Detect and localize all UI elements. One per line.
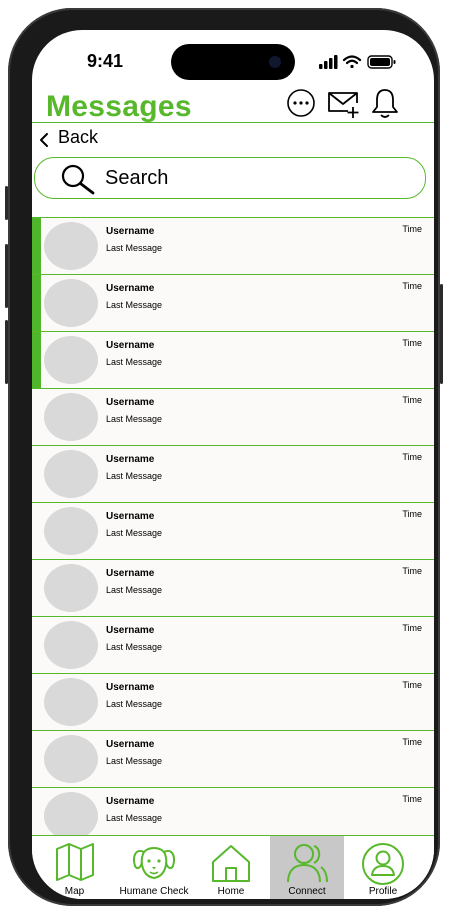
message-time: Time	[402, 566, 422, 576]
message-row[interactable]: Username Last Message Time	[32, 788, 434, 840]
dog-icon	[133, 847, 175, 880]
message-preview: Last Message	[106, 756, 163, 766]
bell-icon[interactable]	[368, 86, 402, 120]
message-username: Username	[106, 340, 155, 351]
avatar	[44, 450, 98, 498]
wifi-icon	[342, 55, 362, 69]
message-username: Username	[106, 682, 155, 693]
message-preview: Last Message	[106, 642, 163, 652]
avatar	[44, 735, 98, 783]
mute-switch	[5, 186, 8, 220]
message-row[interactable]: Username Last Message Time	[32, 389, 434, 446]
message-preview: Last Message	[106, 300, 163, 310]
message-preview: Last Message	[106, 813, 163, 823]
avatar	[44, 336, 98, 384]
message-time: Time	[402, 281, 422, 291]
power-button	[440, 284, 443, 384]
tab-connect[interactable]: Connect	[270, 836, 344, 899]
message-username: Username	[106, 796, 155, 807]
tab-humane-check[interactable]: Humane Check	[117, 836, 191, 899]
profile-icon	[362, 843, 404, 885]
tab-label-profile: Profile	[368, 886, 398, 897]
status-bar: 9:41	[32, 30, 434, 92]
message-preview: Last Message	[106, 699, 163, 709]
message-time: Time	[402, 509, 422, 519]
people-icon	[287, 844, 328, 883]
tab-profile[interactable]: Profile	[352, 836, 414, 899]
message-username: Username	[106, 397, 155, 408]
tab-map[interactable]: Map	[32, 836, 117, 899]
message-list: Username Last Message Time Username Last Mes…	[32, 217, 434, 840]
message-username: Username	[106, 226, 155, 237]
volume-up-button	[5, 244, 8, 308]
tab-label-humane-check: Humane Check	[119, 886, 189, 897]
avatar	[44, 279, 98, 327]
back-button[interactable]: Back	[32, 123, 434, 155]
avatar	[44, 678, 98, 726]
message-row[interactable]: Username Last Message Time	[32, 332, 434, 389]
avatar	[44, 792, 98, 840]
avatar	[44, 222, 98, 270]
message-time: Time	[402, 794, 422, 804]
message-row[interactable]: Username Last Message Time	[32, 731, 434, 788]
message-row[interactable]: Username Last Message Time	[32, 446, 434, 503]
message-username: Username	[106, 454, 155, 465]
tab-home[interactable]: Home	[203, 836, 259, 899]
back-label: Back	[58, 127, 99, 147]
message-username: Username	[106, 511, 155, 522]
search-icon	[61, 164, 95, 195]
tab-label-connect: Connect	[288, 886, 326, 897]
avatar	[44, 393, 98, 441]
message-preview: Last Message	[106, 414, 163, 424]
avatar	[44, 621, 98, 669]
page-header: Messages	[32, 89, 434, 123]
message-username: Username	[106, 625, 155, 636]
message-time: Time	[402, 623, 422, 633]
message-row[interactable]: Username Last Message Time	[32, 674, 434, 731]
message-row[interactable]: Username Last Message Time	[32, 275, 434, 332]
more-icon[interactable]	[284, 86, 318, 120]
battery-icon	[367, 55, 396, 69]
avatar	[44, 564, 98, 612]
message-row[interactable]: Username Last Message Time	[32, 218, 434, 275]
message-time: Time	[402, 452, 422, 462]
message-time: Time	[402, 737, 422, 747]
avatar	[44, 507, 98, 555]
tab-label-map: Map	[64, 886, 85, 897]
camera-icon	[269, 56, 281, 68]
message-username: Username	[106, 568, 155, 579]
map-icon	[55, 843, 94, 881]
message-preview: Last Message	[106, 357, 163, 367]
search-placeholder: Search	[105, 167, 169, 189]
bottom-tab-bar: Map Humane Check Home Connect Profile	[32, 835, 434, 899]
status-icons	[319, 55, 396, 69]
tab-label-home: Home	[217, 886, 245, 897]
page-title: Messages	[46, 90, 192, 123]
message-time: Time	[402, 680, 422, 690]
signal-icon	[319, 55, 338, 69]
status-time: 9:41	[87, 51, 124, 71]
message-preview: Last Message	[106, 243, 163, 253]
message-username: Username	[106, 739, 155, 750]
chevron-left-icon	[40, 133, 48, 147]
message-row[interactable]: Username Last Message Time	[32, 560, 434, 617]
message-preview: Last Message	[106, 585, 163, 595]
message-preview: Last Message	[106, 528, 163, 538]
dynamic-island	[171, 44, 295, 80]
message-row[interactable]: Username Last Message Time	[32, 503, 434, 560]
message-time: Time	[402, 224, 422, 234]
screen: 9:41 Messages Back Search Username Last …	[32, 30, 434, 899]
message-time: Time	[402, 395, 422, 405]
message-time: Time	[402, 338, 422, 348]
message-preview: Last Message	[106, 471, 163, 481]
volume-down-button	[5, 320, 8, 384]
message-username: Username	[106, 283, 155, 294]
phone-frame: 9:41 Messages Back Search Username Last …	[5, 8, 443, 906]
search-input[interactable]: Search	[34, 157, 426, 199]
home-icon	[212, 845, 250, 882]
compose-mail-icon[interactable]	[326, 86, 360, 120]
message-row[interactable]: Username Last Message Time	[32, 617, 434, 674]
